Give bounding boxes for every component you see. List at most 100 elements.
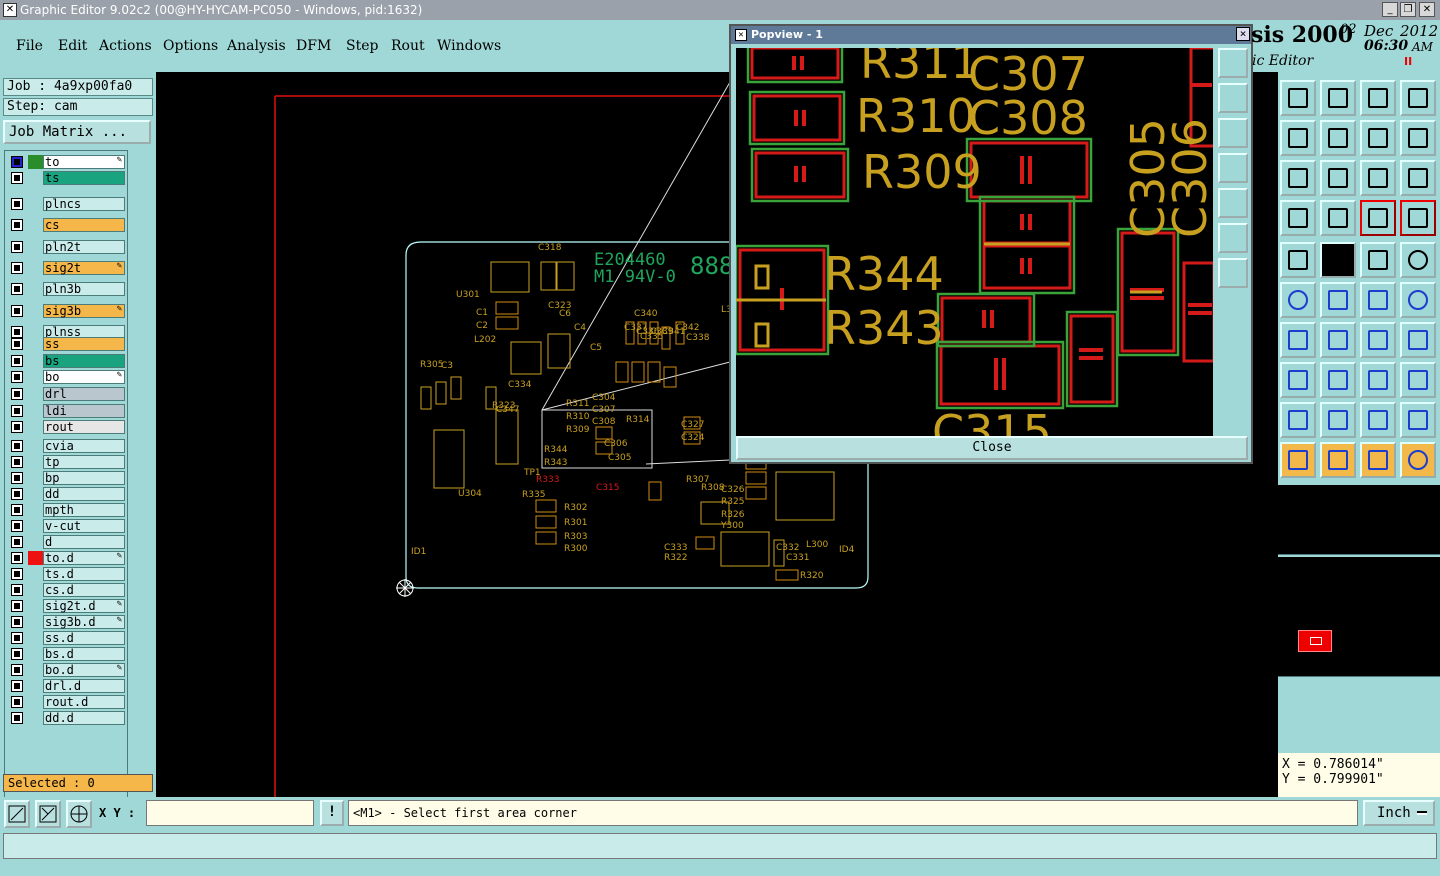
layer-checkbox[interactable] <box>11 600 23 612</box>
edit-node-button[interactable] <box>1400 282 1436 318</box>
popview-close-icon[interactable]: × <box>1236 27 1250 41</box>
layer-name[interactable]: sig3b.d <box>43 615 125 629</box>
menu-step[interactable]: Step <box>346 38 378 54</box>
info-icon[interactable]: ! <box>320 800 344 826</box>
menu-windows[interactable]: Windows <box>437 38 501 54</box>
layer-checkbox[interactable] <box>11 388 23 400</box>
layer-row-pln2t[interactable]: pln2t <box>7 239 127 254</box>
select-alt-button[interactable] <box>1360 442 1396 478</box>
layer-a-button[interactable] <box>1360 200 1396 236</box>
layer-checkbox[interactable] <box>11 520 23 532</box>
upload-button[interactable] <box>1280 80 1316 116</box>
layer-row-cs[interactable]: cs <box>7 218 127 233</box>
layer-row-ts-d[interactable]: ts.d <box>7 567 127 581</box>
layer-name[interactable]: drl <box>43 387 125 401</box>
layer-name[interactable]: pln3b <box>43 282 125 297</box>
layer-checkbox[interactable] <box>11 421 23 433</box>
layer-name[interactable]: bp <box>43 471 125 485</box>
menu-analysis[interactable]: Analysis <box>227 38 286 54</box>
layer-name[interactable]: ts <box>43 171 125 185</box>
layer-name[interactable]: bs <box>43 353 125 368</box>
download-button[interactable] <box>1320 80 1356 116</box>
layer-name[interactable]: sig3b <box>43 303 125 318</box>
group-button[interactable] <box>1400 362 1436 398</box>
swap-button[interactable] <box>1400 120 1436 156</box>
layer-checkbox[interactable] <box>11 552 23 564</box>
layer-row-to-d[interactable]: to.d ✎ <box>7 551 127 565</box>
layer-name[interactable]: bs.d <box>43 647 125 661</box>
layer-name[interactable]: sig2t.d <box>43 599 125 613</box>
pv-btn-4[interactable] <box>1218 153 1248 183</box>
layer-name[interactable]: mpth <box>43 503 125 517</box>
zoom-fit-icon[interactable] <box>4 800 30 828</box>
layer-row-ts[interactable]: ts <box>7 171 127 185</box>
layer-checkbox[interactable] <box>11 440 23 452</box>
pv-btn-1[interactable] <box>1218 48 1248 78</box>
select-button[interactable] <box>1320 442 1356 478</box>
a-shape-alt-button[interactable] <box>1400 402 1436 438</box>
pad-button[interactable] <box>1280 242 1316 278</box>
layer-checkbox[interactable] <box>11 404 23 417</box>
menu-actions[interactable]: Actions <box>99 38 152 54</box>
slash-button[interactable] <box>1320 322 1356 358</box>
layer-b-button[interactable] <box>1400 200 1436 236</box>
node-button[interactable] <box>1280 282 1316 318</box>
unit-selector[interactable]: Inch <box>1363 800 1435 826</box>
layer-row-dd-d[interactable]: dd.d <box>7 711 127 725</box>
layer-checkbox[interactable] <box>11 172 23 184</box>
layer-row-to[interactable]: to ✎ <box>7 155 127 169</box>
mirror-button[interactable] <box>1400 322 1436 358</box>
layer-row-v-cut[interactable]: v-cut <box>7 519 127 533</box>
layer-row-mpth[interactable]: mpth <box>7 503 127 517</box>
copy-button[interactable] <box>1280 362 1316 398</box>
layer-name[interactable]: pln2t <box>43 239 125 254</box>
help-button[interactable] <box>1400 160 1436 196</box>
layer-checkbox[interactable] <box>11 472 23 484</box>
layer-row-bs-d[interactable]: bs.d <box>7 647 127 661</box>
layer-name[interactable]: rout.d <box>43 695 125 709</box>
layer-name[interactable]: plncs <box>43 197 125 211</box>
layer-checkbox[interactable] <box>11 616 23 628</box>
layer-checkbox[interactable] <box>11 325 23 338</box>
layer-row-ss-d[interactable]: ss.d <box>7 631 127 645</box>
layer-name[interactable]: rout <box>43 420 125 434</box>
restore-button[interactable]: ❐ <box>1400 2 1416 17</box>
layer-row-cvia[interactable]: cvia <box>7 439 127 453</box>
fit-all-button[interactable] <box>1280 160 1316 196</box>
scale-button[interactable] <box>1360 160 1396 196</box>
layer-checkbox[interactable] <box>11 198 23 210</box>
layer-row-bo[interactable]: bo ✎ <box>7 370 127 384</box>
layer-name[interactable]: to.d <box>43 551 125 565</box>
layer-checkbox[interactable] <box>11 283 23 296</box>
layer-row-sig3b[interactable]: sig3b ✎ <box>7 303 127 318</box>
layer-row-plncs[interactable]: plncs <box>7 197 127 211</box>
pv-btn-3[interactable] <box>1218 118 1248 148</box>
layer-name[interactable]: drl.d <box>43 679 125 693</box>
layer-checkbox[interactable] <box>11 371 23 383</box>
pause-icon[interactable]: II <box>1404 55 1412 68</box>
move-left-button[interactable] <box>1280 120 1316 156</box>
layer-checkbox[interactable] <box>11 568 23 580</box>
layer-name[interactable]: sig2t <box>43 260 125 275</box>
layer-name[interactable]: ss <box>43 337 125 351</box>
a-shape-button[interactable] <box>1360 402 1396 438</box>
triangle-button[interactable] <box>1280 402 1316 438</box>
tools-button[interactable] <box>1280 200 1316 236</box>
pv-btn-5[interactable] <box>1218 188 1248 218</box>
trim-button[interactable] <box>1320 362 1356 398</box>
connect-button[interactable] <box>1320 282 1356 318</box>
layer-checkbox[interactable] <box>11 696 23 708</box>
layer-row-tp[interactable]: tp <box>7 455 127 469</box>
layer-row-d[interactable]: d <box>7 535 127 549</box>
layer-checkbox[interactable] <box>11 712 23 724</box>
pv-btn-2[interactable] <box>1218 83 1248 113</box>
circle-button[interactable] <box>1400 242 1436 278</box>
xy-input[interactable] <box>146 800 314 826</box>
layer-name[interactable]: bo.d <box>43 663 125 677</box>
center-button[interactable] <box>1320 160 1356 196</box>
menu-dfm[interactable]: DFM <box>296 38 331 54</box>
job-matrix-button[interactable]: Job Matrix ... <box>3 120 151 144</box>
layer-checkbox[interactable] <box>11 338 23 350</box>
layer-checkbox[interactable] <box>11 240 23 253</box>
layer-checkbox[interactable] <box>11 304 23 317</box>
